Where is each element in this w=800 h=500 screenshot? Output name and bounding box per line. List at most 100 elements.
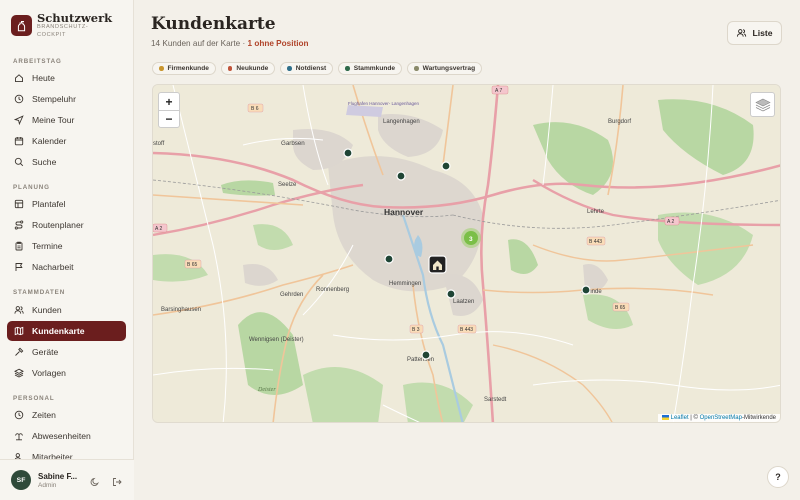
label-sarstedt: Sarstedt <box>484 397 507 403</box>
list-button-label: Liste <box>752 28 773 38</box>
missing-position-warning[interactable]: 1 ohne Position <box>248 39 309 48</box>
logout-icon[interactable] <box>112 474 122 492</box>
sidebar-item-label: Kunden <box>32 305 62 315</box>
label-ronnenberg: Ronnenberg <box>316 287 349 293</box>
label-stoff: stoff <box>153 141 165 147</box>
zoom-in-button[interactable]: + <box>159 93 179 110</box>
label-laatzen: Laatzen <box>453 299 474 305</box>
customer-marker[interactable] <box>421 350 431 360</box>
label-barsinghausen: Barsinghausen <box>161 307 201 313</box>
attribution-suffix: -Mitwirkende <box>741 415 776 421</box>
customer-marker[interactable] <box>581 285 591 295</box>
avatar[interactable]: SF <box>11 470 31 490</box>
zoom-control: + − <box>158 92 180 128</box>
customer-map[interactable]: Hannover Langenhagen Garbsen Seelze Burg… <box>152 84 781 423</box>
customer-marker[interactable] <box>446 289 456 299</box>
legend-chip-notdienst[interactable]: Notdienst <box>280 62 334 75</box>
legend-chip-wartungsvertrag[interactable]: Wartungsvertrag <box>407 62 483 75</box>
user-name: Sabine F... <box>38 471 78 481</box>
legend-chip-firmenkunde[interactable]: Firmenkunde <box>152 62 216 75</box>
legend-label: Wartungsvertrag <box>422 65 476 72</box>
fire-extinguisher-icon <box>11 15 32 36</box>
brand[interactable]: Schutzwerk BRANDSCHUTZ-COCKPIT <box>11 12 112 39</box>
customer-marker[interactable] <box>396 171 406 181</box>
shield-b443-right: B 443 <box>589 239 602 245</box>
zoom-out-button[interactable]: − <box>159 110 179 127</box>
clipboard-icon <box>14 241 24 251</box>
sidebar-item-abwesenheiten[interactable]: Abwesenheiten <box>7 426 126 446</box>
legend-label: Stammkunde <box>353 65 396 72</box>
label-langenhagen: Langenhagen <box>383 119 420 125</box>
label-gehrden: Gehrden <box>280 292 303 298</box>
users-icon <box>14 305 24 315</box>
customer-marker[interactable] <box>343 148 353 158</box>
sidebar-item-geraete[interactable]: Geräte <box>7 342 126 362</box>
moon-icon[interactable] <box>90 474 100 492</box>
attribution-separator: | © <box>688 415 700 421</box>
flag-icon <box>14 262 24 272</box>
map-attribution: Leaflet | © OpenStreetMap-Mitwirkende <box>657 413 780 422</box>
route-icon <box>14 220 24 230</box>
brand-subtitle: BRANDSCHUTZ-COCKPIT <box>37 24 89 38</box>
customer-marker[interactable] <box>384 254 394 264</box>
sidebar-item-kundenkarte[interactable]: Kundenkarte <box>7 321 126 341</box>
legend-chip-stammkunde[interactable]: Stammkunde <box>338 62 403 75</box>
legend-dot <box>345 66 350 71</box>
sidebar-item-termine[interactable]: Termine <box>7 236 126 256</box>
map-tiles[interactable]: Hannover Langenhagen Garbsen Seelze Burg… <box>153 85 781 423</box>
label-seelze: Seelze <box>278 182 297 188</box>
osm-link[interactable]: OpenStreetMap <box>700 415 742 421</box>
leaflet-link[interactable]: Leaflet <box>671 415 689 421</box>
sidebar-item-kunden[interactable]: Kunden <box>7 300 126 320</box>
sidebar-item-vorlagen[interactable]: Vorlagen <box>7 363 126 383</box>
legend-label: Firmenkunde <box>167 65 209 72</box>
label-wennigsen: Wennigsen (Deister) <box>249 337 304 343</box>
legend-dot <box>159 66 164 71</box>
section-title-stammdaten: STAMMDATEN <box>13 289 66 296</box>
company-home-marker[interactable] <box>428 255 447 274</box>
sidebar-item-label: Plantafel <box>32 199 66 209</box>
legend-label: Neukunde <box>236 65 269 72</box>
sidebar-item-label: Vorlagen <box>32 368 66 378</box>
shield-a2-right: A 2 <box>667 219 674 225</box>
label-pattensen: Pattensen <box>407 357 434 363</box>
sidebar-item-label: Meine Tour <box>32 115 75 125</box>
sidebar-item-label: Zeiten <box>32 410 56 420</box>
shield-a7: A 7 <box>495 88 502 94</box>
customer-marker[interactable] <box>441 161 451 171</box>
help-button[interactable]: ? <box>767 466 789 488</box>
sidebar-item-meine-tour[interactable]: Meine Tour <box>7 110 126 130</box>
sidebar-item-label: Termine <box>32 241 63 251</box>
sidebar-item-plantafel[interactable]: Plantafel <box>7 194 126 214</box>
sidebar-item-label: Routenplaner <box>32 220 84 230</box>
sidebar-item-stempeluhr[interactable]: Stempeluhr <box>7 89 126 109</box>
sidebar-item-heute[interactable]: Heute <box>7 68 126 88</box>
shield-b3: B 3 <box>412 327 420 333</box>
layer-switcher-button[interactable] <box>750 92 775 117</box>
cluster-count: 3 <box>469 236 473 243</box>
search-icon <box>14 157 24 167</box>
section-title-arbeitstag: ARBEITSTAG <box>13 58 62 65</box>
list-view-button[interactable]: Liste <box>727 21 782 45</box>
map-icon <box>14 326 24 336</box>
calendar-icon <box>14 136 24 146</box>
sidebar-item-kalender[interactable]: Kalender <box>7 131 126 151</box>
brand-name: Schutzwerk <box>37 11 113 25</box>
sidebar-item-label: Geräte <box>32 347 59 357</box>
page-subtitle: 14 Kunden auf der Karte · 1 ohne Positio… <box>151 39 308 48</box>
page-title: Kundenkarte <box>151 14 276 34</box>
legend-dot <box>287 66 292 71</box>
sidebar-item-suche[interactable]: Suche <box>7 152 126 172</box>
cluster-marker[interactable]: 3 <box>461 228 481 248</box>
shield-b65-right: B 65 <box>615 305 626 311</box>
sidebar-item-nacharbeit[interactable]: Nacharbeit <box>7 257 126 277</box>
sidebar-item-label: Kundenkarte <box>32 326 85 336</box>
clock-icon <box>14 410 24 420</box>
label-hannover: Hannover <box>384 207 424 217</box>
sidebar-item-zeiten[interactable]: Zeiten <box>7 405 126 425</box>
legend-chip-neukunde[interactable]: Neukunde <box>220 62 276 75</box>
shield-a2-left: A 2 <box>155 226 162 232</box>
shield-b65-left: B 65 <box>187 262 198 268</box>
sidebar-item-routenplaner[interactable]: Routenplaner <box>7 215 126 235</box>
layers-icon <box>754 98 771 111</box>
